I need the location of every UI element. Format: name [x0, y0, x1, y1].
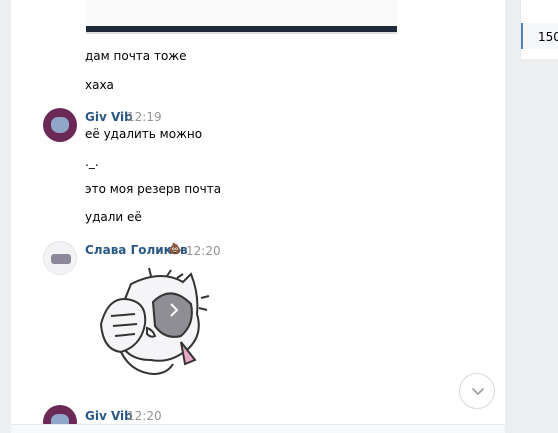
avatar[interactable]	[43, 241, 77, 275]
screenshot-taskbar	[86, 26, 397, 32]
author-name[interactable]: Giv Vib	[85, 409, 133, 423]
message-text: это моя резерв почта	[85, 182, 222, 196]
chevron-down-icon	[472, 388, 484, 396]
message-text: ._.	[85, 155, 99, 169]
right-panel-count: 150	[538, 30, 558, 44]
message-text: дам почта тоже	[85, 49, 187, 63]
poop-emoji-icon: 💩	[168, 242, 182, 255]
author-name[interactable]: Giv Vib	[85, 110, 133, 124]
message-text: хаха	[85, 78, 114, 92]
scroll-down-button[interactable]	[459, 373, 495, 409]
message-text: её удалить можно	[85, 127, 203, 141]
composer-area[interactable]	[11, 424, 505, 433]
message-time[interactable]: 12:20	[127, 409, 162, 423]
avatar[interactable]	[43, 108, 77, 142]
message-time[interactable]: 12:19	[127, 110, 162, 124]
message-text: удали её	[85, 210, 142, 224]
message-time[interactable]: 12:20	[186, 244, 221, 258]
right-panel: 150	[520, 0, 558, 59]
attached-screenshot-image[interactable]	[86, 0, 397, 34]
cat-facepalm-sticker	[99, 267, 210, 376]
chat-history: дам почта тоже хаха Giv Vib 12:19 её уда…	[11, 0, 505, 433]
